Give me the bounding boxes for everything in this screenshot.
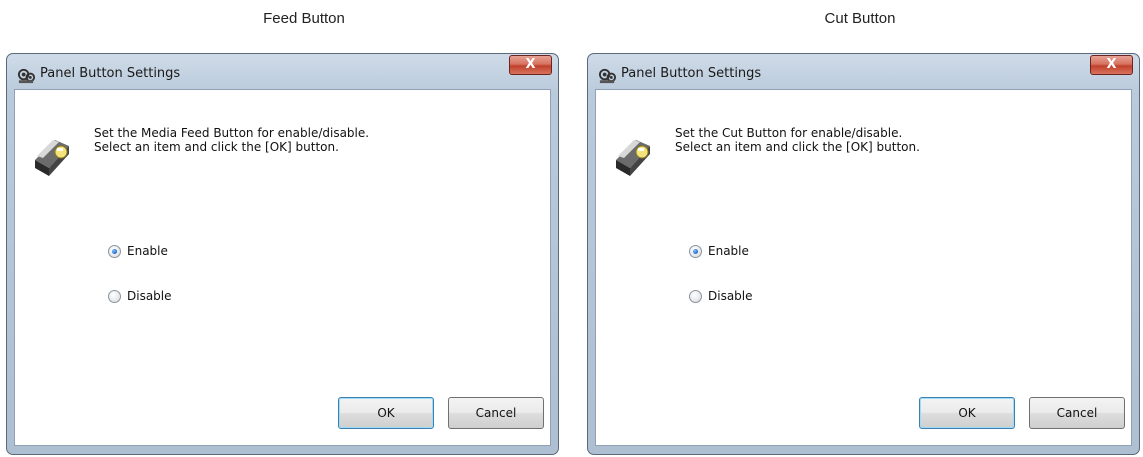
radio-enable[interactable]: [108, 244, 121, 258]
radio-option-enable[interactable]: Enable: [108, 243, 168, 259]
radio-option-enable[interactable]: Enable: [689, 243, 749, 259]
printer-settings-icon: [17, 68, 36, 84]
radio-disable[interactable]: [108, 289, 121, 303]
message-line-1: Set the Media Feed Button for enable/dis…: [94, 126, 370, 140]
caption-feed-button: Feed Button: [263, 10, 345, 27]
radio-label-disable[interactable]: Disable: [127, 289, 172, 303]
printer-settings-icon: [598, 68, 617, 84]
dialog-message: Set the Media Feed Button for enable/dis…: [94, 126, 369, 154]
dialog-client-area: Set the Cut Button for enable/disable. S…: [595, 89, 1132, 446]
dialog-feed-button: Panel Button Settings X Set the Media Fe…: [6, 53, 559, 455]
dialog-title: Panel Button Settings: [40, 66, 181, 81]
close-button[interactable]: X: [509, 55, 552, 75]
radio-disable[interactable]: [689, 289, 702, 303]
ok-button[interactable]: OK: [919, 397, 1015, 429]
radio-enable[interactable]: [689, 244, 702, 258]
ok-button[interactable]: OK: [338, 397, 434, 429]
cancel-button[interactable]: Cancel: [1029, 397, 1125, 429]
dialog-title: Panel Button Settings: [621, 66, 762, 81]
message-line-1: Set the Cut Button for enable/disable.: [675, 126, 903, 140]
title-bar[interactable]: Panel Button Settings X: [7, 54, 558, 94]
printer-button-icon: [35, 140, 69, 176]
caption-cut-button: Cut Button: [824, 10, 896, 27]
radio-label-disable[interactable]: Disable: [708, 289, 753, 303]
radio-label-enable[interactable]: Enable: [708, 244, 749, 258]
radio-option-disable[interactable]: Disable: [689, 288, 753, 304]
radio-option-disable[interactable]: Disable: [108, 288, 172, 304]
dialog-client-area: Set the Media Feed Button for enable/dis…: [14, 89, 551, 446]
message-line-2: Select an item and click the [OK] button…: [675, 140, 920, 154]
dialog-message: Set the Cut Button for enable/disable. S…: [675, 126, 920, 154]
printer-button-icon: [616, 140, 650, 176]
cancel-button[interactable]: Cancel: [448, 397, 544, 429]
close-button[interactable]: X: [1090, 55, 1133, 75]
radio-label-enable[interactable]: Enable: [127, 244, 168, 258]
title-bar[interactable]: Panel Button Settings X: [588, 54, 1139, 94]
dialog-cut-button: Panel Button Settings X Set the Cut Butt…: [587, 53, 1140, 455]
message-line-2: Select an item and click the [OK] button…: [94, 140, 339, 154]
